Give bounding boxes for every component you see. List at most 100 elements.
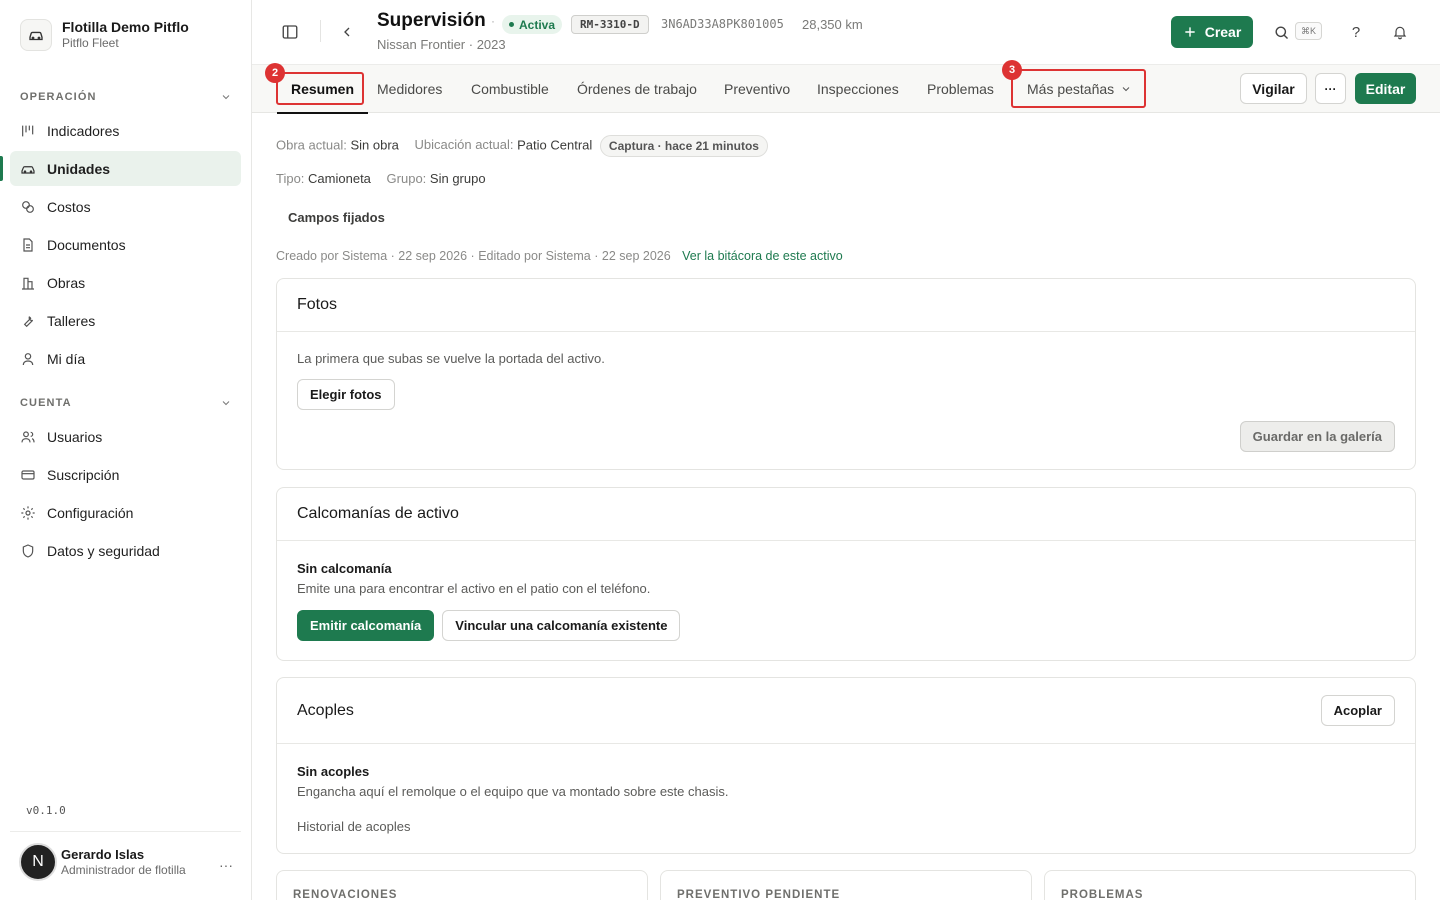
tipo-value: Camioneta — [308, 171, 371, 186]
page-title: Supervisión — [377, 10, 486, 31]
sidebar-item-obras[interactable]: Obras — [10, 265, 241, 300]
capture-chip: Captura · hace 21 minutos — [599, 135, 768, 157]
sidebar-item-indicadores[interactable]: Indicadores — [10, 113, 241, 148]
bell-icon[interactable] — [1386, 18, 1414, 46]
sidebar-item-datos-seguridad[interactable]: Datos y seguridad — [10, 533, 241, 568]
tab-medidores[interactable]: Medidores — [377, 65, 442, 113]
section-cuenta-label: CUENTA — [20, 397, 72, 409]
tab-inspecciones[interactable]: Inspecciones — [817, 65, 899, 113]
org-switcher[interactable]: Flotilla Demo Pitflo Pitflo Fleet — [20, 18, 189, 51]
couplings-card-header: Acoples Acoplar — [277, 678, 1415, 744]
audit-text: Creado por Sistema · 22 sep 2026 · Edita… — [276, 249, 671, 263]
plus-icon — [1183, 25, 1197, 39]
car-logo-icon — [20, 18, 52, 51]
ubicacion-label: Ubicación actual: — [414, 137, 514, 153]
photos-hint: La primera que subas se vuelve la portad… — [297, 351, 605, 366]
sidebar-item-label: Talleres — [47, 312, 96, 329]
grupo-label: Grupo: — [386, 171, 427, 186]
audit-line: Creado por Sistema · 22 sep 2026 · Edita… — [276, 249, 843, 263]
tab-preventivo[interactable]: Preventivo — [724, 65, 790, 113]
tab-ordenes-de-trabajo[interactable]: Órdenes de trabajo — [577, 65, 697, 113]
chart-icon — [20, 123, 36, 139]
marker-badge: 2 — [265, 63, 285, 83]
sidebar: Flotilla Demo Pitflo Pitflo Fleet OPERAC… — [0, 0, 252, 900]
stickers-card: Calcomanías de activo Sin calcomanía Emi… — [276, 487, 1416, 661]
plate-badge: RM-3310-D — [571, 15, 649, 34]
pending-preventive-card: PREVENTIVO PENDIENTE — [660, 870, 1032, 900]
photos-card: Fotos La primera que subas se vuelve la … — [276, 278, 1416, 470]
couplings-card-title: Acoples — [297, 701, 354, 719]
page-subtitle: Nissan Frontier · 2023 — [377, 37, 506, 52]
sidebar-item-unidades[interactable]: Unidades — [0, 151, 241, 186]
header-divider — [320, 20, 321, 42]
app-version: v0.1.0 — [26, 804, 66, 817]
renewals-card: RENOVACIONES — [276, 870, 648, 900]
tab-problemas[interactable]: Problemas — [927, 65, 994, 113]
building-icon — [20, 275, 36, 291]
save-gallery-button[interactable]: Guardar en la galería — [1239, 421, 1395, 452]
more-options-icon[interactable]: ··· — [219, 857, 233, 873]
sidebar-item-mi-dia[interactable]: Mi día — [10, 341, 241, 376]
create-button-label: Crear — [1204, 24, 1242, 40]
couplings-empty-title: Sin acoples — [297, 764, 370, 779]
obra-label: Obra actual: — [276, 137, 347, 153]
pinned-fields-toggle[interactable]: Campos fijados — [288, 210, 385, 225]
section-operacion[interactable]: OPERACIÓN — [20, 91, 232, 103]
link-sticker-button[interactable]: Vincular una calcomanía existente — [442, 610, 681, 641]
create-button[interactable]: Crear — [1171, 16, 1253, 48]
car-icon — [20, 161, 36, 177]
sidebar-item-label: Usuarios — [47, 428, 103, 445]
more-actions-button[interactable]: ··· — [1315, 73, 1346, 104]
wrench-icon — [20, 313, 36, 329]
nav-operacion: Indicadores Unidades Costos Documentos O… — [0, 113, 241, 379]
section-operacion-label: OPERACIÓN — [20, 91, 97, 103]
ubicacion-value: Patio Central — [517, 137, 593, 153]
couplings-history-link[interactable]: Historial de acoples — [297, 819, 1395, 834]
coins-icon — [20, 199, 36, 215]
sidebar-item-costos[interactable]: Costos — [10, 189, 241, 224]
user-name: Gerardo Islas — [61, 846, 145, 862]
user-menu[interactable]: N Gerardo Islas Administrador de flotill… — [10, 831, 241, 891]
back-chevron-icon[interactable] — [333, 18, 361, 46]
person-icon — [20, 351, 36, 367]
search-shortcut: ⌘K — [1295, 22, 1323, 40]
help-icon[interactable]: ? — [1342, 18, 1370, 46]
emit-sticker-button[interactable]: Emitir calcomanía — [297, 610, 435, 641]
title-separator: · — [491, 14, 495, 28]
sidebar-item-talleres[interactable]: Talleres — [10, 303, 241, 338]
couplings-empty-desc: Engancha aquí el remolque o el equipo qu… — [297, 784, 729, 799]
watch-button[interactable]: Vigilar — [1240, 73, 1307, 104]
shield-icon — [20, 543, 36, 559]
search-icon[interactable] — [1267, 18, 1295, 46]
sidebar-item-label: Costos — [47, 198, 91, 215]
couple-button[interactable]: Acoplar — [1320, 695, 1395, 726]
edit-button[interactable]: Editar — [1355, 73, 1416, 104]
sidebar-item-configuracion[interactable]: Configuración — [10, 495, 241, 530]
avatar: N — [19, 842, 57, 881]
sidebar-item-label: Suscripción — [47, 466, 120, 483]
sidebar-item-label: Configuración — [47, 504, 134, 521]
section-cuenta[interactable]: CUENTA — [20, 397, 232, 409]
audit-log-link[interactable]: Ver la bitácora de este activo — [682, 249, 843, 263]
marker-badge: 3 — [1002, 60, 1022, 80]
page-header: Supervisión · Activa RM-3310-D 3N6AD33A8… — [252, 0, 1440, 64]
toggle-sidebar-icon[interactable] — [276, 18, 304, 46]
users-icon — [20, 429, 36, 445]
sidebar-item-label: Obras — [47, 274, 86, 291]
tabs-bar: Resumen Medidores Combustible Órdenes de… — [252, 60, 1440, 114]
card-icon — [20, 467, 36, 483]
choose-photos-button[interactable]: Elegir fotos — [297, 379, 395, 410]
chevron-down-icon — [220, 91, 232, 103]
status-badge-label: Activa — [519, 17, 556, 32]
sidebar-item-label: Indicadores — [47, 122, 120, 139]
photos-card-title: Fotos — [277, 279, 1415, 332]
sidebar-item-suscripcion[interactable]: Suscripción — [10, 457, 241, 492]
sidebar-item-documentos[interactable]: Documentos — [10, 227, 241, 262]
asset-meta-row-2: Tipo: Camioneta Grupo: Sin grupo — [276, 171, 486, 186]
highlight-box-more — [1011, 69, 1146, 108]
highlight-box-resumen — [276, 72, 364, 105]
gear-icon — [20, 505, 36, 521]
tab-combustible[interactable]: Combustible — [471, 65, 549, 113]
nav-cuenta: Usuarios Suscripción Configuración Datos… — [10, 419, 241, 571]
sidebar-item-usuarios[interactable]: Usuarios — [10, 419, 241, 454]
